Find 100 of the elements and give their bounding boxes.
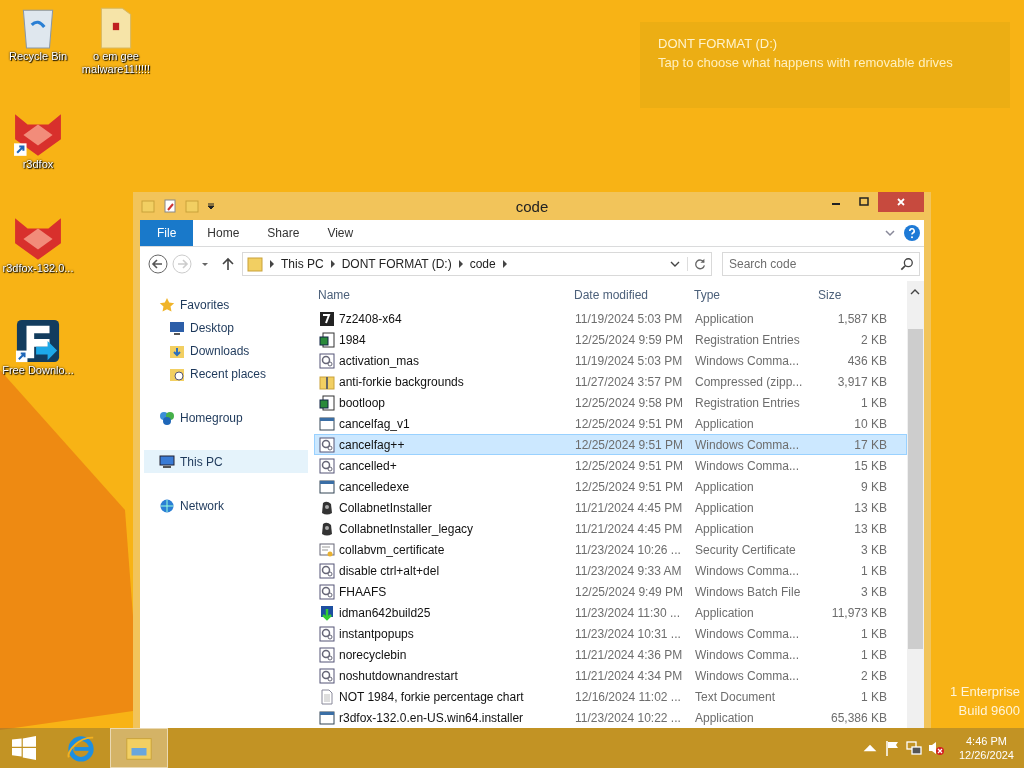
file-type: Application <box>695 416 755 431</box>
breadcrumb[interactable]: DONT FORMAT (D:) <box>341 257 452 271</box>
file-name: cancelfag_v1 <box>339 416 410 431</box>
file-row[interactable]: disable ctrl+alt+del 11/23/2024 9:33 AM Windows Comma... 1 KB <box>314 560 907 581</box>
zip-folder-icon <box>319 373 335 390</box>
column-header[interactable]: Date modified <box>574 287 694 302</box>
file-row[interactable]: CollabnetInstaller_legacy 11/21/2024 4:45 PM Application 13 KB <box>314 518 907 539</box>
ribbon-tab[interactable]: Home <box>193 220 254 246</box>
file-type: Application <box>695 500 755 515</box>
file-size: 1 KB <box>860 395 887 410</box>
close-button[interactable] <box>878 192 924 212</box>
desktop-icon-label: o em gee malware11!!!!! <box>80 50 152 76</box>
file-type: Application <box>695 311 755 326</box>
file-size: 3 KB <box>860 584 887 599</box>
monitor-icon <box>169 319 185 336</box>
file-row[interactable]: idman642build25 11/23/2024 11:30 ... Application 11,973 KB <box>314 602 907 623</box>
file-row[interactable]: activation_mas 11/19/2024 5:03 PM Windows Comma... 436 KB <box>314 350 907 371</box>
file-row[interactable]: bootloop 12/25/2024 9:58 PM Registration Entries 1 KB <box>314 392 907 413</box>
file-size: 2 KB <box>860 668 887 683</box>
network-icon <box>159 497 175 514</box>
application-icon <box>319 415 335 432</box>
chevron-right-icon <box>329 260 336 268</box>
breadcrumb[interactable]: code <box>469 257 496 271</box>
clock-time: 4:46 PM <box>966 735 1007 747</box>
navigation-item[interactable]: Homegroup <box>144 406 308 429</box>
file-size: 1,587 KB <box>836 311 887 326</box>
file-row[interactable]: 1984 12/25/2024 9:59 PM Registration Entries 2 KB <box>314 329 907 350</box>
maximize-icon <box>859 197 869 207</box>
file-row[interactable]: norecyclebin 11/21/2024 4:36 PM Windows Comma... 1 KB <box>314 644 907 665</box>
file-row[interactable]: cancelled+ 12/25/2024 9:51 PM Windows Comma... 15 KB <box>314 455 907 476</box>
file-name: bootloop <box>339 395 386 410</box>
file-name: NOT 1984, forkie percentage chart <box>339 689 524 704</box>
up-arrow-icon[interactable] <box>222 257 234 271</box>
file-type: Application <box>695 521 755 536</box>
window-title: code <box>515 197 549 215</box>
ribbon-tab[interactable]: View <box>313 220 368 246</box>
network-icon[interactable] <box>905 740 922 756</box>
fox-head-icon[interactable] <box>13 216 63 262</box>
file-name: instantpopups <box>339 626 414 641</box>
file-row[interactable]: cancelledexe 12/25/2024 9:51 PM Application 9 KB <box>314 476 907 497</box>
file-row[interactable]: NOT 1984, forkie percentage chart 12/16/2024 11:02 ... Text Document 1 KB <box>314 686 907 707</box>
navigation-item[interactable]: This PC <box>144 450 308 473</box>
address-bar[interactable]: This PC DONT FORMAT (D:) code <box>242 252 712 276</box>
date-modified: 11/27/2024 3:57 PM <box>575 374 684 389</box>
date-modified: 11/19/2024 5:03 PM <box>575 353 684 368</box>
folder-icon <box>247 256 263 272</box>
ribbon-tab[interactable]: File <box>140 220 194 246</box>
date-modified: 12/25/2024 9:49 PM <box>575 584 685 599</box>
flag-icon[interactable] <box>883 740 900 756</box>
search-field[interactable]: Search code <box>722 252 920 276</box>
refresh-icon[interactable] <box>687 257 707 271</box>
gear-file-icon <box>319 646 335 663</box>
navigation-item[interactable]: Recent places <box>144 362 308 385</box>
back-button[interactable] <box>148 254 168 274</box>
column-header[interactable]: Type <box>694 287 810 302</box>
ribbon-tab[interactable]: Share <box>253 220 314 246</box>
column-header[interactable]: Size <box>810 287 894 302</box>
column-header[interactable]: Name <box>314 287 574 302</box>
navigation-item[interactable]: Downloads <box>144 339 308 362</box>
file-row[interactable]: 7z2408-x64 11/19/2024 5:03 PM Application 1,587 KB <box>314 308 907 329</box>
help-icon[interactable] <box>904 225 920 241</box>
dropdown-icon[interactable] <box>206 201 216 211</box>
file-row[interactable]: anti-forkie backgrounds 11/27/2024 3:57 PM Compressed (zipp... 3,917 KB <box>314 371 907 392</box>
windows-logo-icon[interactable] <box>12 736 36 760</box>
file-name: disable ctrl+alt+del <box>339 563 440 578</box>
file-row[interactable]: collabvm_certificate 11/23/2024 10:26 ... Security Certificate 3 KB <box>314 539 907 560</box>
navigation-item[interactable]: Network <box>144 494 308 517</box>
scroll-up-icon[interactable] <box>910 289 920 295</box>
file-type: Windows Comma... <box>695 668 801 683</box>
date-modified: 11/21/2024 4:45 PM <box>575 521 684 536</box>
navigation-item[interactable]: Favorites <box>144 293 308 316</box>
file-row[interactable]: CollabnetInstaller 11/21/2024 4:45 PM Application 13 KB <box>314 497 907 518</box>
speaker-muted-icon[interactable] <box>927 740 944 756</box>
registry-file-icon <box>319 394 335 411</box>
file-type: Registration Entries <box>695 395 801 410</box>
file-row[interactable]: instantpopups 11/23/2024 10:31 ... Windows Comma... 1 KB <box>314 623 907 644</box>
file-row[interactable]: noshutdownandrestart 11/21/2024 4:34 PM Windows Comma... 2 KB <box>314 665 907 686</box>
file-name: r3dfox-132.0.en-US.win64.installer <box>339 710 524 725</box>
scrollbar[interactable] <box>907 281 924 728</box>
gear-file-icon <box>319 667 335 684</box>
file-size: 1 KB <box>860 563 887 578</box>
fox-head-icon[interactable] <box>13 112 63 158</box>
properties-icon[interactable] <box>162 198 178 214</box>
notification-title: DONT FORMAT (D:) <box>658 36 779 51</box>
file-row[interactable]: r3dfox-132.0.en-US.win64.installer 11/23/2024 10:22 ... Application 65,386 KB <box>314 707 907 728</box>
breadcrumb[interactable]: This PC <box>281 257 324 271</box>
watermark-text: 1 Enterprise <box>949 684 1020 699</box>
navigation-item[interactable]: Desktop <box>144 316 308 339</box>
file-name: activation_mas <box>339 353 420 368</box>
desktop-icon-label: Free Downlo... <box>2 364 74 377</box>
file-type: Application <box>695 710 755 725</box>
file-row[interactable]: cancelfag_v1 12/25/2024 9:51 PM Application 10 KB <box>314 413 907 434</box>
file-row[interactable]: cancelfag++ 12/25/2024 9:51 PM Windows Comma... 17 KB <box>314 434 907 455</box>
date-modified: 12/25/2024 9:51 PM <box>575 437 685 452</box>
watermark-text: Build 9600 <box>958 703 1020 718</box>
chevron-right-icon <box>457 260 464 268</box>
seven-zip-icon <box>319 310 335 327</box>
file-size: 1 KB <box>860 647 887 662</box>
file-row[interactable]: FHAAFS 12/25/2024 9:49 PM Windows Batch File 3 KB <box>314 581 907 602</box>
date-modified: 12/25/2024 9:51 PM <box>575 416 685 431</box>
